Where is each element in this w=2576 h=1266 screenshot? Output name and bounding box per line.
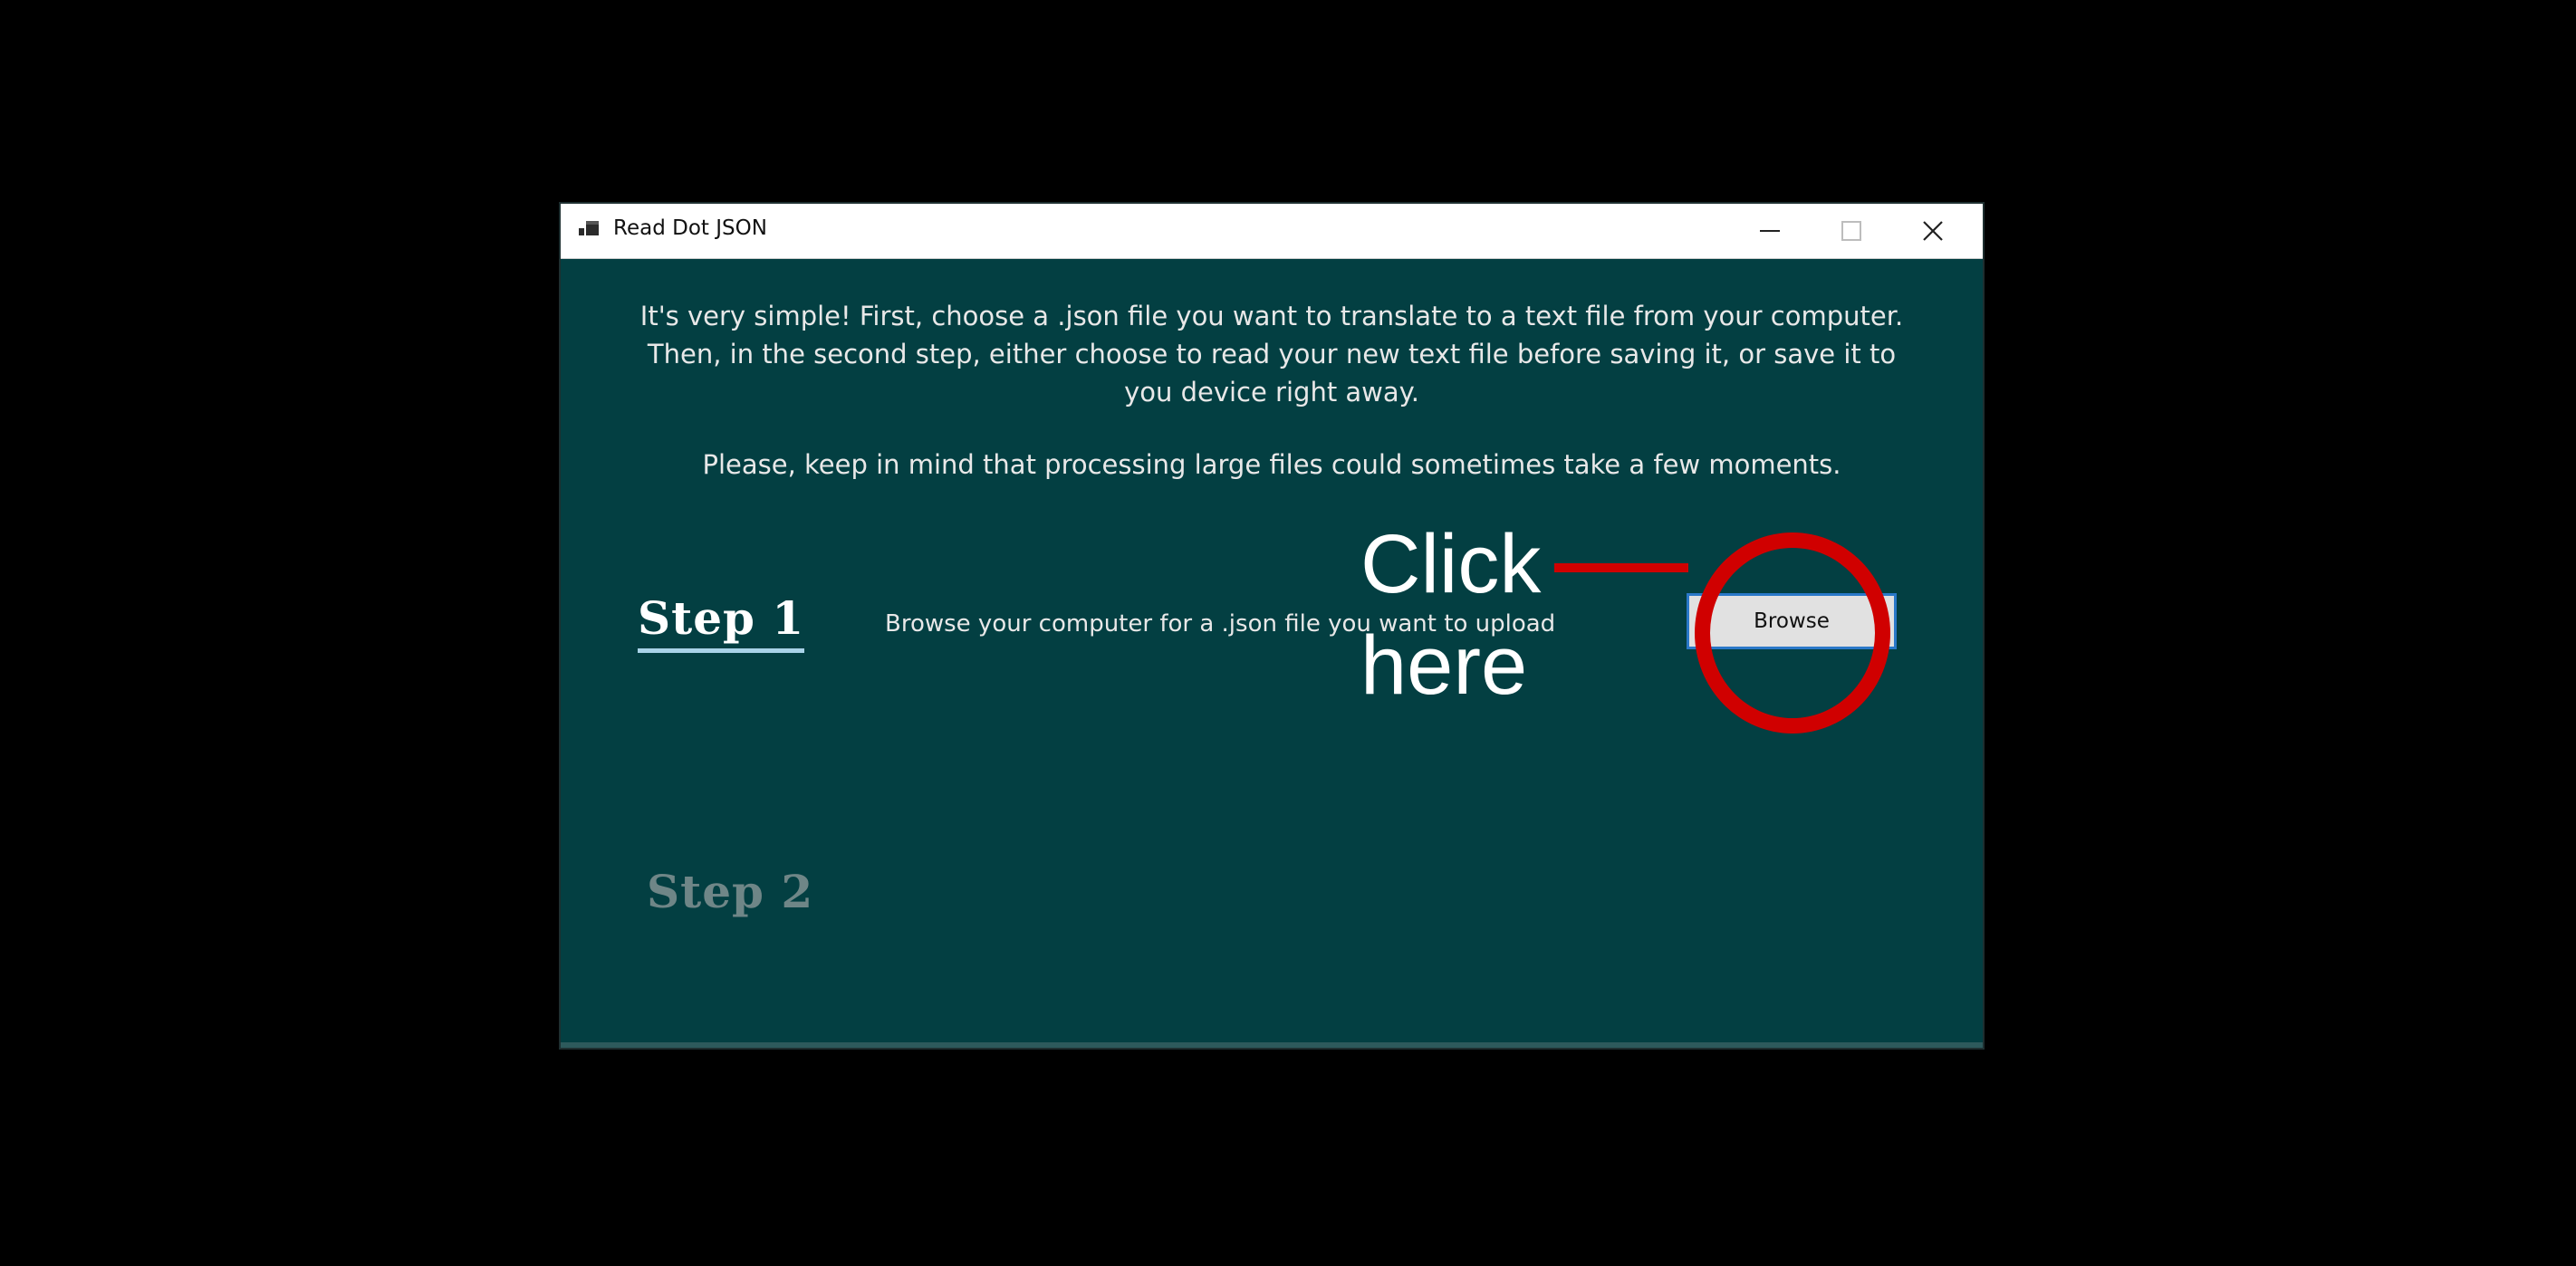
close-button[interactable] <box>1892 204 1974 258</box>
annotation-pointer-line <box>1554 563 1688 572</box>
step1-heading: Step 1 <box>638 591 805 653</box>
annotation-line-1: Click <box>1360 518 1542 610</box>
processing-note: Please, keep in mind that processing lar… <box>702 449 1841 480</box>
title-bar[interactable]: Read Dot JSON <box>561 204 1983 259</box>
intro-line-3: you device right away. <box>1124 377 1419 408</box>
window-title: Read Dot JSON <box>613 216 767 240</box>
maximize-button[interactable] <box>1811 204 1892 258</box>
annotation-circle <box>1695 532 1890 734</box>
app-window-icon <box>579 219 602 243</box>
annotation-label: Click here <box>1360 513 1541 716</box>
intro-line-1: It's very simple! First, choose a .json … <box>639 301 1904 331</box>
window-bottom-edge <box>561 1042 1983 1048</box>
screenshot-stage: Read Dot JSON It's very simple! First, c… <box>0 0 2576 1266</box>
step2-heading: Step 2 <box>647 865 814 918</box>
intro-text: It's very simple! First, choose a .json … <box>597 297 1946 411</box>
intro-line-2: Then, in the second step, either choose … <box>647 339 1897 369</box>
annotation-line-2: here <box>1360 619 1528 712</box>
minimize-button[interactable] <box>1729 204 1811 258</box>
